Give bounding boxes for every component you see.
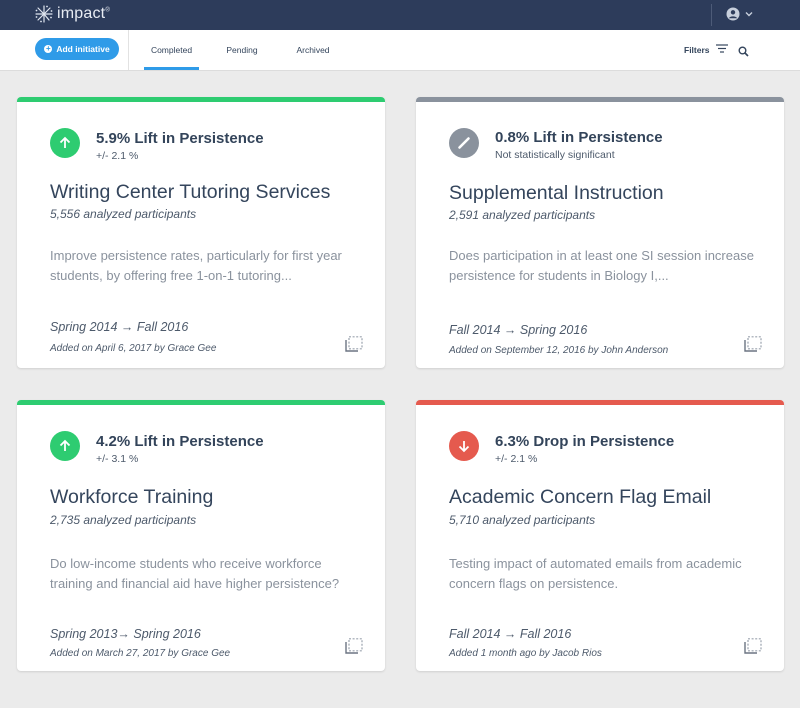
metric-headline: 0.8% Lift in Persistence bbox=[495, 129, 663, 146]
initiative-card[interactable]: 0.8% Lift in Persistence Not statistical… bbox=[416, 97, 784, 368]
filters-button[interactable]: Filters bbox=[684, 44, 728, 55]
date-range: Spring 2014 → Fall 2016 bbox=[50, 320, 189, 334]
added-by: Added on March 27, 2017 by Grace Gee bbox=[50, 648, 231, 659]
add-initiative-label: Add initiative bbox=[56, 44, 110, 54]
metric-subtext: +/- 2.1 % bbox=[96, 150, 139, 162]
status-bar bbox=[17, 400, 385, 405]
filters-label: Filters bbox=[684, 44, 710, 55]
metric-headline: 4.2% Lift in Persistence bbox=[96, 433, 264, 450]
search-icon bbox=[738, 44, 749, 61]
date-range: Fall 2014 → Fall 2016 bbox=[449, 627, 572, 641]
metric-headline: 5.9% Lift in Persistence bbox=[96, 130, 264, 147]
date-range: Spring 2013→ Spring 2016 bbox=[50, 627, 201, 641]
select-card-icon[interactable] bbox=[744, 336, 762, 357]
initiative-title[interactable]: Supplemental Instruction bbox=[449, 182, 664, 205]
tab-completed[interactable]: Completed bbox=[144, 30, 199, 70]
initiative-description: Improve persistence rates, particularly … bbox=[50, 248, 342, 283]
select-card-icon[interactable] bbox=[345, 336, 363, 357]
metric-subtext: +/- 2.1 % bbox=[495, 453, 538, 465]
toolbar: + Add initiative Completed Pending Archi… bbox=[0, 30, 800, 71]
initiative-description: Do low-income students who receive workf… bbox=[50, 556, 340, 591]
participant-count: 5,710 analyzed participants bbox=[449, 513, 596, 527]
search-button[interactable] bbox=[738, 44, 749, 62]
initiative-title[interactable]: Academic Concern Flag Email bbox=[449, 486, 711, 509]
initiative-title[interactable]: Workforce Training bbox=[50, 486, 213, 509]
app-name: impact® bbox=[57, 5, 110, 23]
metric-subtext: +/- 3.1 % bbox=[96, 453, 139, 465]
filter-lines-icon bbox=[710, 44, 728, 55]
status-bar bbox=[416, 97, 784, 102]
added-by: Added on April 6, 2017 by Grace Gee bbox=[50, 343, 217, 354]
topbar-divider bbox=[711, 4, 712, 26]
initiative-card[interactable]: 6.3% Drop in Persistence +/- 2.1 % Acade… bbox=[416, 400, 784, 671]
initiative-description: Does participation in at least one SI se… bbox=[449, 248, 754, 283]
arrow-up-icon bbox=[50, 431, 80, 461]
participant-count: 2,591 analyzed participants bbox=[449, 208, 596, 222]
select-card-icon[interactable] bbox=[345, 638, 363, 659]
added-by: Added 1 month ago by Jacob Rios bbox=[449, 648, 602, 659]
app-name-text: impact bbox=[57, 5, 106, 22]
tab-archived[interactable]: Archived bbox=[292, 30, 334, 70]
user-menu-button[interactable] bbox=[726, 7, 753, 21]
top-nav-bar: impact® bbox=[0, 0, 800, 30]
status-bar bbox=[416, 400, 784, 405]
arrow-up-icon bbox=[50, 128, 80, 158]
user-avatar-icon bbox=[726, 7, 740, 21]
initiative-card[interactable]: 4.2% Lift in Persistence +/- 3.1 % Workf… bbox=[17, 400, 385, 671]
trademark-mark: ® bbox=[105, 7, 110, 14]
added-by: Added on September 12, 2016 by John Ande… bbox=[449, 345, 669, 356]
initiative-description: Testing impact of automated emails from … bbox=[449, 556, 742, 591]
burst-logo-icon bbox=[34, 4, 54, 24]
app-logo[interactable]: impact® bbox=[34, 4, 110, 24]
toolbar-divider bbox=[128, 30, 129, 70]
date-range: Fall 2014 → Spring 2016 bbox=[449, 323, 588, 337]
pencil-icon bbox=[449, 128, 479, 158]
select-card-icon[interactable] bbox=[744, 638, 762, 659]
initiative-card[interactable]: 5.9% Lift in Persistence +/- 2.1 % Writi… bbox=[17, 97, 385, 368]
add-initiative-button[interactable]: + Add initiative bbox=[35, 38, 119, 60]
arrow-down-icon bbox=[449, 431, 479, 461]
plus-icon: + bbox=[44, 44, 53, 53]
chevron-down-icon bbox=[745, 11, 753, 17]
metric-headline: 6.3% Drop in Persistence bbox=[495, 433, 675, 450]
status-bar bbox=[17, 97, 385, 102]
tab-pending[interactable]: Pending bbox=[222, 30, 262, 70]
metric-subtext: Not statistically significant bbox=[495, 149, 615, 161]
participant-count: 2,735 analyzed participants bbox=[50, 513, 197, 527]
initiative-title[interactable]: Writing Center Tutoring Services bbox=[50, 181, 330, 204]
participant-count: 5,556 analyzed participants bbox=[50, 207, 197, 221]
